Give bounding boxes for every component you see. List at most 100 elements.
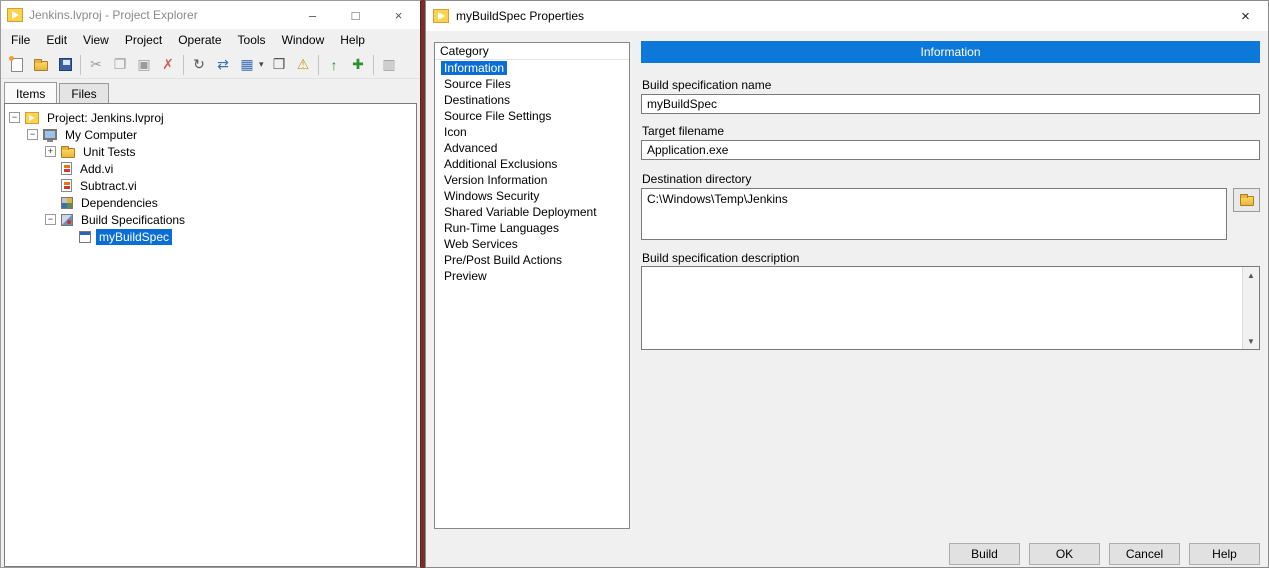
scroll-down-icon[interactable]: ▼: [1243, 333, 1259, 349]
menu-window[interactable]: Window: [274, 30, 333, 50]
collapse-icon[interactable]: −: [27, 129, 38, 140]
dropdown-arrow-icon[interactable]: ▾: [259, 59, 267, 70]
move-up-icon[interactable]: ↑: [322, 53, 346, 77]
category-item-information[interactable]: Information: [435, 60, 629, 76]
menu-project[interactable]: Project: [117, 30, 170, 50]
dependencies-icon: [61, 197, 73, 209]
sync-icon[interactable]: ⇄: [211, 53, 235, 77]
copy-icon[interactable]: ❐: [108, 53, 132, 77]
tree-item-add-vi[interactable]: Add.vi: [5, 160, 416, 177]
build-specifications-icon: [61, 214, 73, 226]
minimize-button[interactable]: –: [291, 1, 334, 29]
browse-destination-button[interactable]: [1233, 188, 1260, 212]
save-glyph: [59, 58, 72, 71]
category-item-run-time-languages[interactable]: Run-Time Languages: [435, 220, 629, 236]
tree-item-build-specifications[interactable]: − Build Specifications: [5, 211, 416, 228]
description-scrollbar[interactable]: ▲ ▼: [1242, 267, 1259, 349]
tree-item-label: Project: Jenkins.lvproj: [44, 110, 167, 126]
menu-edit[interactable]: Edit: [38, 30, 75, 50]
tree-item-project[interactable]: − Project: Jenkins.lvproj: [5, 109, 416, 126]
menu-operate[interactable]: Operate: [170, 30, 229, 50]
target-filename-label: Target filename: [642, 124, 724, 138]
tree-item-unit-tests[interactable]: + Unit Tests: [5, 143, 416, 160]
tree-item-label: Build Specifications: [78, 212, 188, 228]
maximize-button[interactable]: □: [334, 1, 377, 29]
vi-file-icon: [61, 162, 72, 175]
category-item-preview[interactable]: Preview: [435, 268, 629, 284]
menubar: File Edit View Project Operate Tools Win…: [1, 29, 420, 51]
tab-items[interactable]: Items: [4, 82, 57, 103]
project-icon: [25, 112, 39, 124]
cancel-button[interactable]: Cancel: [1109, 543, 1180, 565]
category-item-shared-variable-deployment[interactable]: Shared Variable Deployment: [435, 204, 629, 220]
open-folder-icon[interactable]: [29, 53, 53, 77]
category-item-pre-post-build-actions[interactable]: Pre/Post Build Actions: [435, 252, 629, 268]
menu-tools[interactable]: Tools: [230, 30, 274, 50]
delete-icon[interactable]: ✗: [156, 53, 180, 77]
destination-directory-input[interactable]: C:\Windows\Temp\Jenkins: [641, 188, 1227, 240]
tree-item-label: Dependencies: [78, 195, 161, 211]
ok-button[interactable]: OK: [1029, 543, 1100, 565]
tree-item-my-computer[interactable]: − My Computer: [5, 126, 416, 143]
tree-item-dependencies[interactable]: Dependencies: [5, 194, 416, 211]
project-explorer-window: Jenkins.lvproj - Project Explorer – □ × …: [0, 0, 421, 568]
application-icon: [79, 231, 91, 243]
toolbar-separator: [373, 55, 374, 75]
explorer-tabbar: Items Files: [1, 79, 420, 103]
paste-icon[interactable]: ▣: [132, 53, 156, 77]
category-item-source-files[interactable]: Source Files: [435, 76, 629, 92]
help-button[interactable]: Help: [1189, 543, 1260, 565]
save-icon[interactable]: [53, 53, 77, 77]
extra-tool-icon[interactable]: ▥: [377, 53, 401, 77]
labview-icon: [7, 8, 23, 22]
category-item-web-services[interactable]: Web Services: [435, 236, 629, 252]
project-tree: − Project: Jenkins.lvproj − My Computer …: [4, 103, 417, 567]
category-item-additional-exclusions[interactable]: Additional Exclusions: [435, 156, 629, 172]
dialog-close-button[interactable]: ×: [1223, 1, 1268, 31]
category-item-destinations[interactable]: Destinations: [435, 92, 629, 108]
warning-icon[interactable]: ⚠: [291, 53, 315, 77]
build-spec-name-input[interactable]: [641, 94, 1260, 114]
expand-icon[interactable]: +: [45, 146, 56, 157]
dialog-button-row: Build OK Cancel Help: [641, 543, 1260, 565]
grid-icon[interactable]: ▦: [235, 53, 259, 77]
window-icon[interactable]: ❒: [267, 53, 291, 77]
menu-help[interactable]: Help: [332, 30, 373, 50]
dialog-title: myBuildSpec Properties: [456, 9, 584, 23]
refresh-icon[interactable]: ↻: [187, 53, 211, 77]
collapse-icon[interactable]: −: [45, 214, 56, 225]
dialog-titlebar[interactable]: myBuildSpec Properties ×: [426, 1, 1268, 31]
labview-icon: [433, 9, 449, 23]
tree-item-subtract-vi[interactable]: Subtract.vi: [5, 177, 416, 194]
description-textarea[interactable]: [642, 267, 1242, 349]
scroll-up-icon[interactable]: ▲: [1243, 267, 1259, 283]
menu-file[interactable]: File: [3, 30, 38, 50]
category-item-source-file-settings[interactable]: Source File Settings: [435, 108, 629, 124]
category-item-icon[interactable]: Icon: [435, 124, 629, 140]
build-button[interactable]: Build: [949, 543, 1020, 565]
target-filename-input[interactable]: [641, 140, 1260, 160]
folder-icon: [61, 148, 75, 158]
tree-item-mybuildspec[interactable]: myBuildSpec: [5, 228, 416, 245]
close-button[interactable]: ×: [377, 1, 420, 29]
toolbar-separator: [318, 55, 319, 75]
build-spec-name-label: Build specification name: [642, 78, 771, 92]
toolbar-separator: [80, 55, 81, 75]
tree-item-label: My Computer: [62, 127, 140, 143]
category-item-advanced[interactable]: Advanced: [435, 140, 629, 156]
explorer-titlebar[interactable]: Jenkins.lvproj - Project Explorer – □ ×: [1, 1, 420, 29]
new-file-glyph: [11, 58, 23, 72]
category-item-version-information[interactable]: Version Information: [435, 172, 629, 188]
add-icon[interactable]: ✚: [346, 53, 370, 77]
collapse-icon[interactable]: −: [9, 112, 20, 123]
new-file-icon[interactable]: [5, 53, 29, 77]
section-header: Information: [641, 41, 1260, 63]
browse-folder-icon: [1240, 196, 1254, 206]
menu-view[interactable]: View: [75, 30, 117, 50]
tab-files[interactable]: Files: [59, 83, 108, 103]
cut-icon[interactable]: ✂: [84, 53, 108, 77]
destination-directory-label: Destination directory: [642, 172, 751, 186]
category-list-header: Category: [435, 43, 629, 60]
explorer-window-title: Jenkins.lvproj - Project Explorer: [29, 8, 198, 22]
category-item-windows-security[interactable]: Windows Security: [435, 188, 629, 204]
